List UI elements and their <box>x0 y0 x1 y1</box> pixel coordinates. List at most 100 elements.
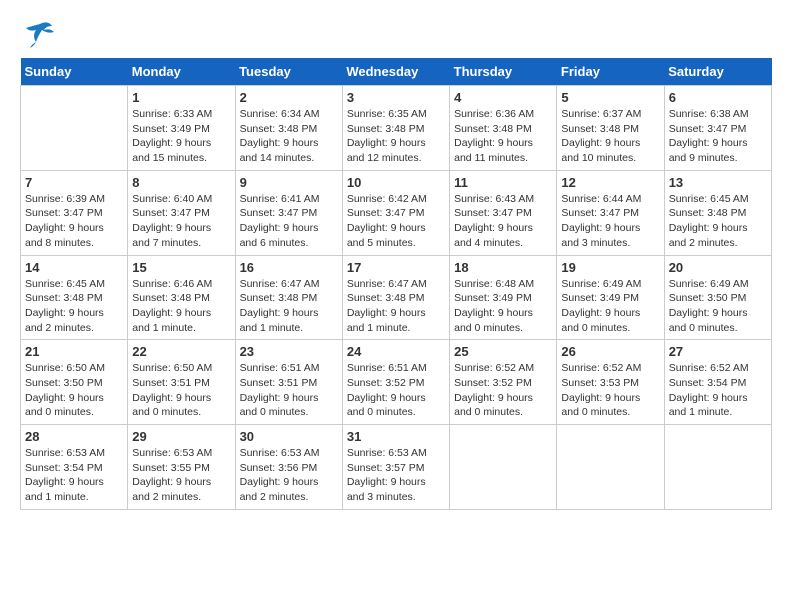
day-info: Sunrise: 6:44 AM Sunset: 3:47 PM Dayligh… <box>561 192 659 251</box>
day-info: Sunrise: 6:47 AM Sunset: 3:48 PM Dayligh… <box>240 277 338 336</box>
day-number: 7 <box>25 175 123 190</box>
day-info: Sunrise: 6:46 AM Sunset: 3:48 PM Dayligh… <box>132 277 230 336</box>
day-number: 8 <box>132 175 230 190</box>
calendar-cell: 24 Sunrise: 6:51 AM Sunset: 3:52 PM Dayli… <box>342 340 449 425</box>
calendar-cell: 8 Sunrise: 6:40 AM Sunset: 3:47 PM Daylig… <box>128 170 235 255</box>
day-info: Sunrise: 6:35 AM Sunset: 3:48 PM Dayligh… <box>347 107 445 166</box>
day-number: 15 <box>132 260 230 275</box>
day-info: Sunrise: 6:52 AM Sunset: 3:53 PM Dayligh… <box>561 361 659 420</box>
day-number: 12 <box>561 175 659 190</box>
day-of-week-header: Monday <box>128 58 235 86</box>
calendar-cell: 28Sunrise: 6:53 AM Sunset: 3:54 PM Dayli… <box>21 425 128 510</box>
day-info: Sunrise: 6:51 AM Sunset: 3:51 PM Dayligh… <box>240 361 338 420</box>
calendar-cell: 31 Sunrise: 6:53 AM Sunset: 3:57 PM Dayli… <box>342 425 449 510</box>
day-info: Sunrise: 6:49 AM Sunset: 3:50 PM Dayligh… <box>669 277 767 336</box>
calendar-week-row: 7 Sunrise: 6:39 AM Sunset: 3:47 PM Daylig… <box>21 170 772 255</box>
day-of-week-header: Thursday <box>450 58 557 86</box>
day-info: Sunrise: 6:36 AM Sunset: 3:48 PM Dayligh… <box>454 107 552 166</box>
day-info: Sunrise: 6:52 AM Sunset: 3:54 PM Dayligh… <box>669 361 767 420</box>
day-of-week-header: Friday <box>557 58 664 86</box>
day-info: Sunrise: 6:41 AM Sunset: 3:47 PM Dayligh… <box>240 192 338 251</box>
calendar-week-row: 28Sunrise: 6:53 AM Sunset: 3:54 PM Dayli… <box>21 425 772 510</box>
day-number: 25 <box>454 344 552 359</box>
day-number: 30 <box>240 429 338 444</box>
day-number: 17 <box>347 260 445 275</box>
day-number: 31 <box>347 429 445 444</box>
calendar-cell <box>450 425 557 510</box>
calendar-cell: 16 Sunrise: 6:47 AM Sunset: 3:48 PM Dayli… <box>235 255 342 340</box>
calendar-cell: 29 Sunrise: 6:53 AM Sunset: 3:55 PM Dayli… <box>128 425 235 510</box>
day-number: 6 <box>669 90 767 105</box>
day-number: 5 <box>561 90 659 105</box>
day-info: Sunrise: 6:38 AM Sunset: 3:47 PM Dayligh… <box>669 107 767 166</box>
calendar-cell <box>557 425 664 510</box>
calendar-week-row: 1Sunrise: 6:33 AM Sunset: 3:49 PM Daylig… <box>21 86 772 171</box>
day-info: Sunrise: 6:53 AM Sunset: 3:55 PM Dayligh… <box>132 446 230 505</box>
day-number: 4 <box>454 90 552 105</box>
day-info: Sunrise: 6:53 AM Sunset: 3:56 PM Dayligh… <box>240 446 338 505</box>
calendar-week-row: 21 Sunrise: 6:50 AM Sunset: 3:50 PM Dayli… <box>21 340 772 425</box>
day-info: Sunrise: 6:33 AM Sunset: 3:49 PM Dayligh… <box>132 107 230 166</box>
day-info: Sunrise: 6:48 AM Sunset: 3:49 PM Dayligh… <box>454 277 552 336</box>
day-number: 19 <box>561 260 659 275</box>
calendar-cell: 13Sunrise: 6:45 AM Sunset: 3:48 PM Dayli… <box>664 170 771 255</box>
day-info: Sunrise: 6:50 AM Sunset: 3:50 PM Dayligh… <box>25 361 123 420</box>
calendar-cell: 14 Sunrise: 6:45 AM Sunset: 3:48 PM Dayli… <box>21 255 128 340</box>
day-number: 23 <box>240 344 338 359</box>
day-info: Sunrise: 6:39 AM Sunset: 3:47 PM Dayligh… <box>25 192 123 251</box>
day-of-week-header: Saturday <box>664 58 771 86</box>
day-number: 13 <box>669 175 767 190</box>
day-number: 9 <box>240 175 338 190</box>
calendar-cell: 15 Sunrise: 6:46 AM Sunset: 3:48 PM Dayli… <box>128 255 235 340</box>
day-number: 29 <box>132 429 230 444</box>
calendar-cell: 4 Sunrise: 6:36 AM Sunset: 3:48 PM Daylig… <box>450 86 557 171</box>
calendar-cell: 9 Sunrise: 6:41 AM Sunset: 3:47 PM Daylig… <box>235 170 342 255</box>
calendar-cell: 2Sunrise: 6:34 AM Sunset: 3:48 PM Daylig… <box>235 86 342 171</box>
day-info: Sunrise: 6:53 AM Sunset: 3:57 PM Dayligh… <box>347 446 445 505</box>
calendar-cell: 6 Sunrise: 6:38 AM Sunset: 3:47 PM Daylig… <box>664 86 771 171</box>
day-number: 26 <box>561 344 659 359</box>
day-of-week-header: Tuesday <box>235 58 342 86</box>
calendar-cell: 22Sunrise: 6:50 AM Sunset: 3:51 PM Dayli… <box>128 340 235 425</box>
calendar-cell <box>664 425 771 510</box>
page-header <box>20 20 772 48</box>
day-info: Sunrise: 6:51 AM Sunset: 3:52 PM Dayligh… <box>347 361 445 420</box>
day-info: Sunrise: 6:37 AM Sunset: 3:48 PM Dayligh… <box>561 107 659 166</box>
day-info: Sunrise: 6:40 AM Sunset: 3:47 PM Dayligh… <box>132 192 230 251</box>
day-info: Sunrise: 6:53 AM Sunset: 3:54 PM Dayligh… <box>25 446 123 505</box>
calendar-cell: 21 Sunrise: 6:50 AM Sunset: 3:50 PM Dayli… <box>21 340 128 425</box>
day-of-week-header: Wednesday <box>342 58 449 86</box>
day-number: 18 <box>454 260 552 275</box>
day-number: 10 <box>347 175 445 190</box>
calendar-cell: 19 Sunrise: 6:49 AM Sunset: 3:49 PM Dayli… <box>557 255 664 340</box>
day-number: 11 <box>454 175 552 190</box>
logo-bird-icon <box>20 20 54 48</box>
calendar-cell: 17 Sunrise: 6:47 AM Sunset: 3:48 PM Dayli… <box>342 255 449 340</box>
day-info: Sunrise: 6:43 AM Sunset: 3:47 PM Dayligh… <box>454 192 552 251</box>
day-number: 21 <box>25 344 123 359</box>
day-number: 16 <box>240 260 338 275</box>
day-number: 24 <box>347 344 445 359</box>
calendar-header-row: SundayMondayTuesdayWednesdayThursdayFrid… <box>21 58 772 86</box>
day-number: 20 <box>669 260 767 275</box>
calendar-cell: 26 Sunrise: 6:52 AM Sunset: 3:53 PM Dayli… <box>557 340 664 425</box>
calendar-cell: 27 Sunrise: 6:52 AM Sunset: 3:54 PM Dayli… <box>664 340 771 425</box>
calendar-cell: 20 Sunrise: 6:49 AM Sunset: 3:50 PM Dayli… <box>664 255 771 340</box>
day-of-week-header: Sunday <box>21 58 128 86</box>
calendar-week-row: 14 Sunrise: 6:45 AM Sunset: 3:48 PM Dayli… <box>21 255 772 340</box>
calendar-cell <box>21 86 128 171</box>
calendar-cell: 23 Sunrise: 6:51 AM Sunset: 3:51 PM Dayli… <box>235 340 342 425</box>
day-info: Sunrise: 6:45 AM Sunset: 3:48 PM Dayligh… <box>25 277 123 336</box>
calendar-cell: 7 Sunrise: 6:39 AM Sunset: 3:47 PM Daylig… <box>21 170 128 255</box>
logo <box>20 20 56 48</box>
calendar-cell: 11 Sunrise: 6:43 AM Sunset: 3:47 PM Dayli… <box>450 170 557 255</box>
calendar-cell: 5 Sunrise: 6:37 AM Sunset: 3:48 PM Daylig… <box>557 86 664 171</box>
calendar-cell: 30 Sunrise: 6:53 AM Sunset: 3:56 PM Dayli… <box>235 425 342 510</box>
calendar-cell: 18 Sunrise: 6:48 AM Sunset: 3:49 PM Dayli… <box>450 255 557 340</box>
day-number: 14 <box>25 260 123 275</box>
day-number: 27 <box>669 344 767 359</box>
calendar-cell: 25Sunrise: 6:52 AM Sunset: 3:52 PM Dayli… <box>450 340 557 425</box>
day-number: 3 <box>347 90 445 105</box>
day-info: Sunrise: 6:49 AM Sunset: 3:49 PM Dayligh… <box>561 277 659 336</box>
day-info: Sunrise: 6:47 AM Sunset: 3:48 PM Dayligh… <box>347 277 445 336</box>
